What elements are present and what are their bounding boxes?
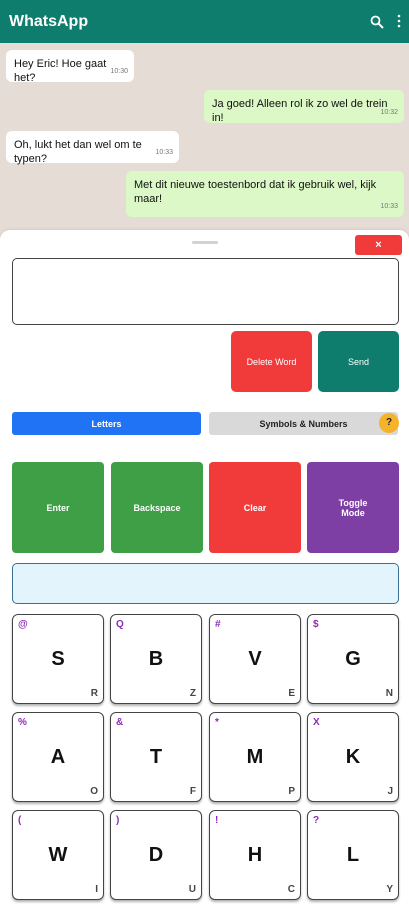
key-h[interactable]: ! H C — [209, 810, 301, 900]
key-symbol: ? — [313, 815, 320, 826]
key-alt-letter: N — [385, 688, 393, 699]
compose-input[interactable] — [12, 258, 399, 325]
key-alt-letter: F — [189, 786, 196, 797]
toggle-mode-label: Toggle Mode — [338, 497, 368, 518]
enter-button[interactable]: Enter — [12, 462, 104, 553]
key-letter: A — [50, 746, 66, 768]
message-text: Met dit nieuwe toestenbord dat ik gebrui… — [134, 179, 377, 205]
message-time: 10:32 — [380, 109, 398, 116]
app-title: WhatsApp — [9, 13, 89, 30]
key-l[interactable]: ? L Y — [307, 810, 399, 900]
key-a[interactable]: % A O — [12, 712, 104, 802]
search-icon[interactable] — [370, 15, 384, 29]
toggle-mode-button[interactable]: Toggle Mode — [307, 462, 399, 553]
word-preview-field[interactable] — [12, 563, 399, 604]
key-symbol: % — [18, 717, 27, 728]
key-alt-letter: U — [188, 884, 196, 895]
more-vert-icon[interactable] — [396, 13, 402, 29]
drag-handle[interactable] — [192, 241, 218, 244]
key-letter: W — [48, 844, 68, 866]
message-bubble-incoming: Hey Eric! Hoe gaat het? 10:30 — [6, 50, 134, 84]
message-time: 10:33 — [380, 203, 398, 210]
key-symbol: X — [313, 717, 320, 728]
close-button[interactable]: × — [355, 235, 402, 255]
key-t[interactable]: & T F — [110, 712, 202, 802]
key-w[interactable]: ( W I — [12, 810, 104, 900]
key-alt-letter: J — [387, 786, 393, 797]
close-icon: × — [375, 239, 382, 251]
key-b[interactable]: Q B Z — [110, 614, 202, 704]
key-letter: H — [247, 844, 263, 866]
tab-letters[interactable]: Letters — [12, 412, 201, 435]
key-symbol: * — [215, 717, 219, 728]
key-v[interactable]: # V E — [209, 614, 301, 704]
key-symbol: $ — [313, 619, 319, 630]
message-text: Hey Eric! Hoe gaat het? — [14, 58, 107, 84]
message-time: 10:30 — [110, 68, 128, 75]
message-bubble-incoming: Oh, lukt het dan wel om te typen? 10:33 — [6, 131, 179, 165]
key-letter: M — [246, 746, 264, 768]
message-text: Oh, lukt het dan wel om te typen? — [14, 139, 142, 165]
key-symbol: Q — [116, 619, 124, 630]
key-s[interactable]: @ S R — [12, 614, 104, 704]
key-d[interactable]: ) D U — [110, 810, 202, 900]
message-bubble-outgoing: Met dit nieuwe toestenbord dat ik gebrui… — [126, 171, 404, 217]
key-g[interactable]: $ G N — [307, 614, 399, 704]
delete-word-button[interactable]: Delete Word — [231, 331, 312, 392]
key-symbol: ( — [18, 815, 22, 826]
key-symbol: & — [116, 717, 124, 728]
help-icon[interactable]: ? — [379, 413, 399, 433]
key-symbol: @ — [18, 619, 28, 630]
key-alt-letter: R — [90, 688, 98, 699]
key-k[interactable]: X K J — [307, 712, 399, 802]
key-letter: G — [345, 648, 361, 670]
key-letter: S — [51, 648, 65, 670]
key-symbol: # — [215, 619, 221, 630]
key-letter: V — [248, 648, 262, 670]
message-text: Ja goed! Alleen rol ik zo wel de trein i… — [212, 98, 388, 124]
message-time: 10:33 — [155, 149, 173, 156]
tab-symbols-numbers[interactable]: Symbols & Numbers — [209, 412, 398, 435]
key-letter: B — [148, 648, 164, 670]
app-bar: WhatsApp — [0, 0, 409, 43]
send-button[interactable]: Send — [318, 331, 399, 392]
clear-button[interactable]: Clear — [209, 462, 301, 553]
key-alt-letter: Y — [386, 884, 393, 895]
key-m[interactable]: * M P — [209, 712, 301, 802]
backspace-button[interactable]: Backspace — [111, 462, 203, 553]
key-alt-letter: I — [95, 884, 98, 895]
key-letter: L — [346, 844, 360, 866]
key-letter: T — [149, 746, 163, 768]
key-alt-letter: O — [90, 786, 98, 797]
key-alt-letter: E — [288, 688, 295, 699]
key-symbol: ! — [215, 815, 219, 826]
key-alt-letter: Z — [189, 688, 196, 699]
key-alt-letter: C — [287, 884, 295, 895]
key-letter: D — [148, 844, 164, 866]
key-letter: K — [345, 746, 361, 768]
message-bubble-outgoing: Ja goed! Alleen rol ik zo wel de trein i… — [204, 90, 404, 124]
key-symbol: ) — [116, 815, 120, 826]
key-alt-letter: P — [288, 786, 295, 797]
